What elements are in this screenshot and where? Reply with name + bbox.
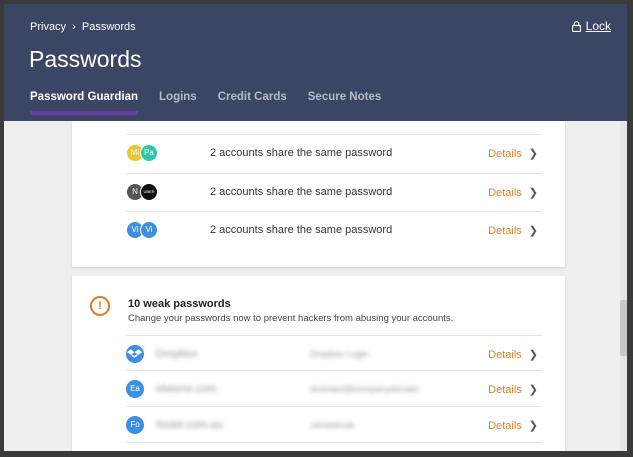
reused-passwords-card: Mi Pa 2 accounts share the same password… xyxy=(72,121,565,267)
header: Privacy › Passwords Lock Passwords Passw… xyxy=(4,4,627,121)
chevron-right-icon: ❯ xyxy=(528,148,538,160)
dropbox-icon xyxy=(126,345,144,363)
tab-credit-cards[interactable]: Credit Cards xyxy=(218,91,287,115)
chevron-right-icon: ❯ xyxy=(528,384,538,396)
app-window: Privacy › Passwords Lock Passwords Passw… xyxy=(0,0,633,457)
details-link[interactable]: Details ❯ xyxy=(488,419,538,433)
site-name: Dropbox xyxy=(156,348,198,360)
list-item[interactable]: Vi Vi 2 accounts share the same password… xyxy=(126,211,542,249)
weak-passwords-subtitle: Change your passwords now to prevent hac… xyxy=(128,313,454,324)
avatar: Fo xyxy=(126,416,144,434)
details-link[interactable]: Details ❯ xyxy=(488,147,538,161)
lock-icon xyxy=(571,20,581,32)
list-item xyxy=(126,442,542,451)
chevron-right-icon: ❯ xyxy=(528,420,538,432)
details-link[interactable]: Details ❯ xyxy=(488,383,538,397)
scrollbar-thumb[interactable] xyxy=(620,300,627,356)
list-item[interactable]: N UBER 2 accounts share the same passwor… xyxy=(126,173,542,211)
tab-password-guardian[interactable]: Password Guardian xyxy=(30,91,139,115)
avatar: Pa xyxy=(140,144,158,162)
details-label: Details xyxy=(488,147,522,160)
avatar: Ea xyxy=(126,380,144,398)
breadcrumb: Privacy › Passwords xyxy=(30,21,136,33)
tab-bar: Password Guardian Logins Credit Cards Se… xyxy=(30,91,402,115)
list-item[interactable]: Ea ebeene.com dcontact@companydomain Det… xyxy=(126,370,542,408)
username: dcontact@companydomain xyxy=(310,384,420,394)
details-link[interactable]: Details ❯ xyxy=(488,224,538,238)
details-link[interactable]: Details ❯ xyxy=(488,186,538,200)
warning-icon: ! xyxy=(90,296,110,316)
site-name: ebeene.com xyxy=(156,383,217,395)
tab-logins[interactable]: Logins xyxy=(159,91,197,115)
breadcrumb-separator: › xyxy=(72,21,76,33)
details-label: Details xyxy=(488,186,522,199)
page-title: Passwords xyxy=(29,46,142,72)
lock-button[interactable]: Lock xyxy=(571,19,611,33)
row-description: 2 accounts share the same password xyxy=(210,147,393,159)
breadcrumb-privacy[interactable]: Privacy xyxy=(30,21,66,33)
details-label: Details xyxy=(488,383,522,396)
list-item[interactable]: Mi Pa 2 accounts share the same password… xyxy=(126,134,542,172)
username: Dropbox Login xyxy=(310,349,369,359)
lock-label: Lock xyxy=(585,19,611,33)
site-name: footer.com.au xyxy=(156,419,223,431)
chevron-right-icon: ❯ xyxy=(528,187,538,199)
chevron-right-icon: ❯ xyxy=(528,349,538,361)
breadcrumb-passwords[interactable]: Passwords xyxy=(82,21,136,33)
avatar-group: Vi Vi xyxy=(126,221,166,241)
weak-passwords-title: 10 weak passwords xyxy=(128,298,231,310)
username: cemetenue xyxy=(310,420,355,430)
uber-logo-icon: UBER xyxy=(140,183,158,201)
details-label: Details xyxy=(488,419,522,432)
details-label: Details xyxy=(488,224,522,237)
row-description: 2 accounts share the same password xyxy=(210,224,393,236)
details-label: Details xyxy=(488,348,522,361)
details-link[interactable]: Details ❯ xyxy=(488,348,538,362)
list-item[interactable]: Fo footer.com.au cemetenue Details ❯ xyxy=(126,406,542,444)
weak-passwords-card: ! 10 weak passwords Change your password… xyxy=(72,276,565,451)
row-description: 2 accounts share the same password xyxy=(210,186,393,198)
avatar-group: N UBER xyxy=(126,183,166,203)
chevron-right-icon: ❯ xyxy=(528,225,538,237)
tab-secure-notes[interactable]: Secure Notes xyxy=(308,91,382,115)
avatar-group: Mi Pa xyxy=(126,144,166,164)
list-item[interactable]: Dropbox Dropbox Login Details ❯ xyxy=(126,335,542,373)
avatar: Vi xyxy=(140,221,158,239)
scrollbar-track[interactable] xyxy=(620,121,627,451)
